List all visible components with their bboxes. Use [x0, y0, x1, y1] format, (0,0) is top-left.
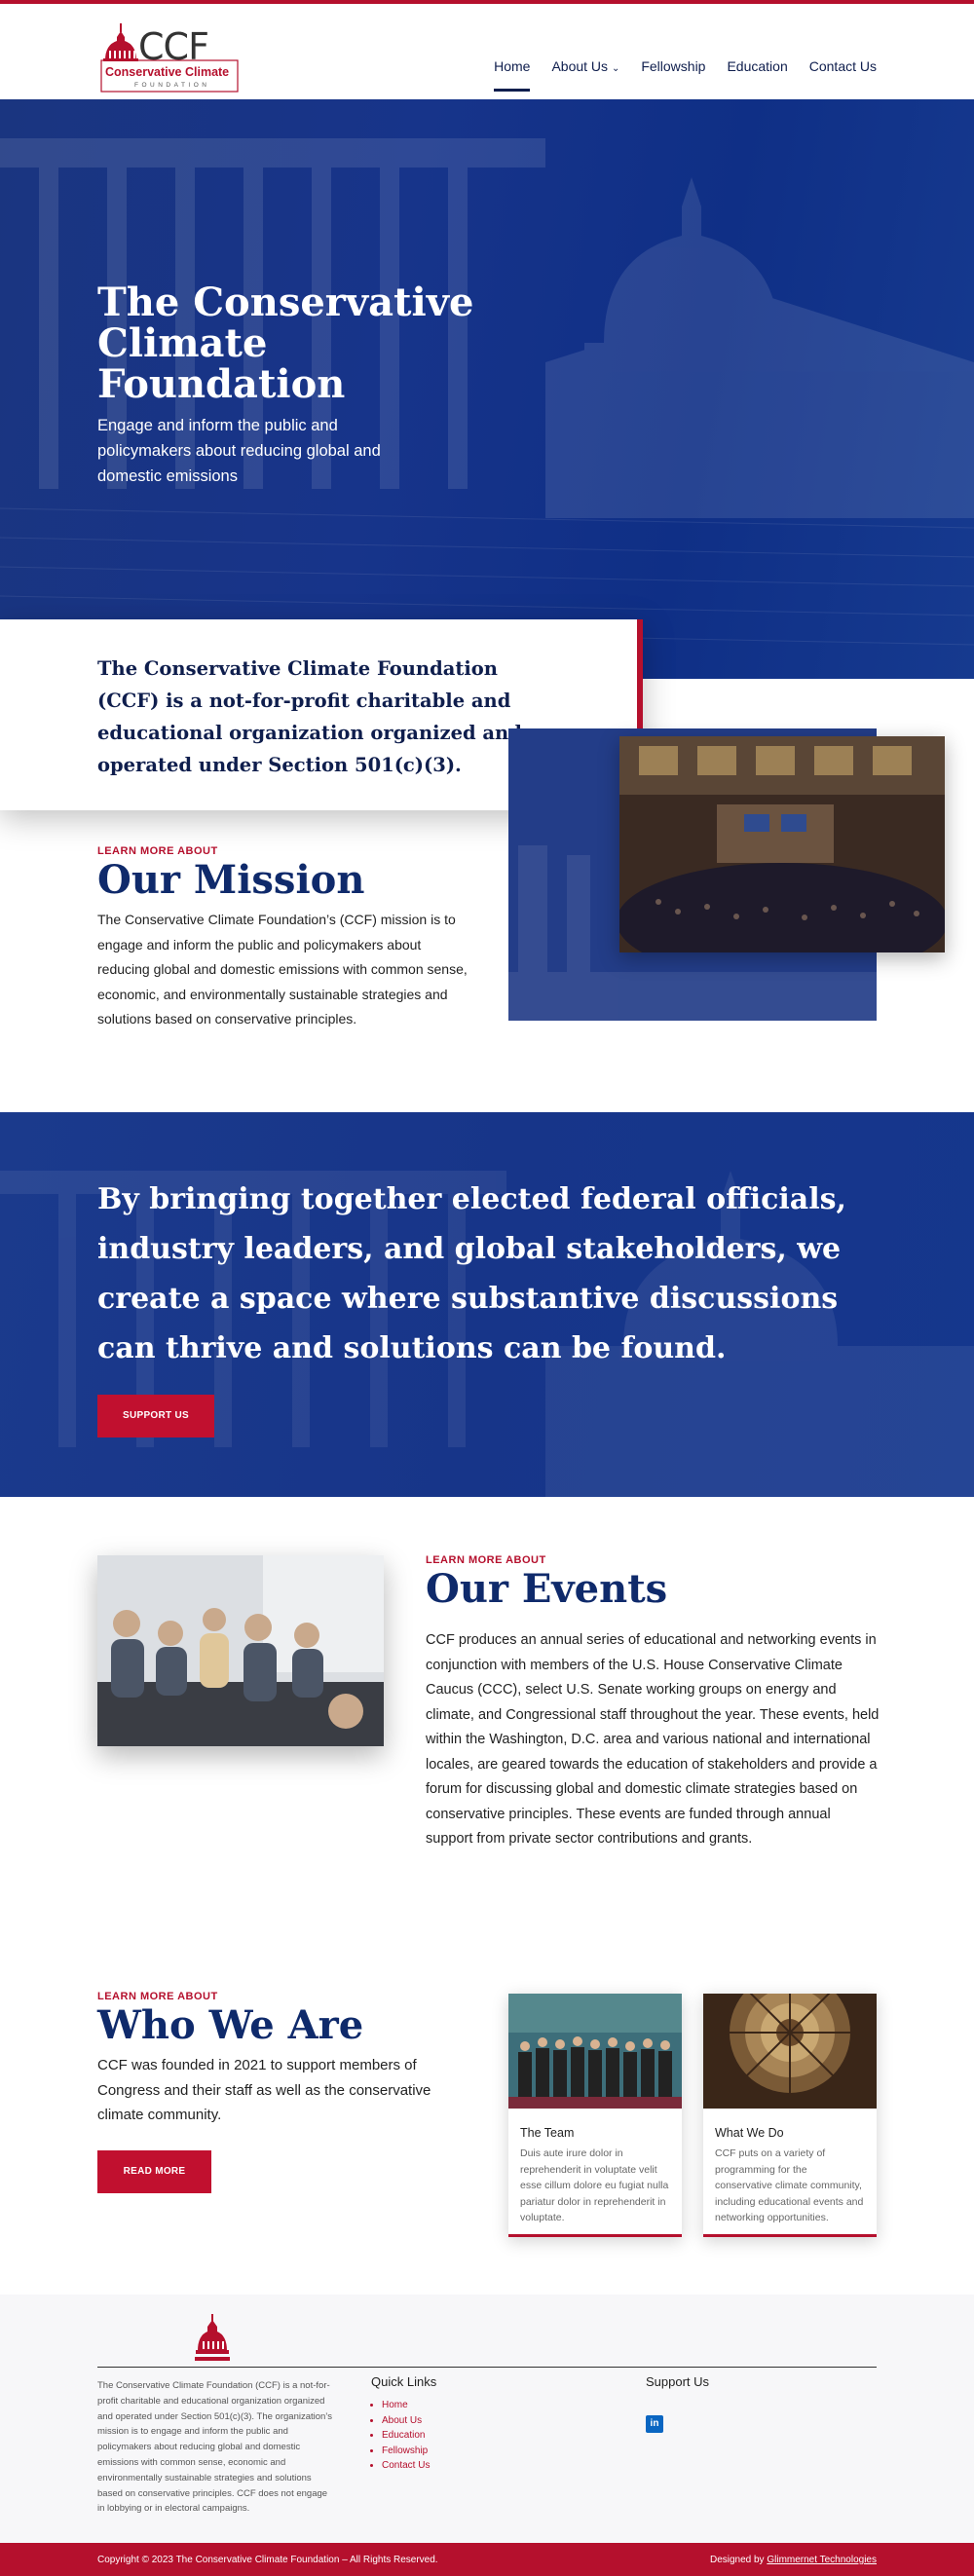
events-text: CCF produces an annual series of educati…	[426, 1632, 880, 1847]
events-title: Our Events	[426, 1566, 668, 1612]
site-header: CCF Conservative Climate FOUNDATION Home…	[0, 0, 974, 99]
mission-statement-band: By bringing together elected federal off…	[0, 1112, 974, 1497]
rotunda-photo	[703, 1994, 877, 2109]
mission-text: The Conservative Climate Foundation’s (C…	[97, 912, 468, 1027]
hero-section: The Conservative Climate Foundation Enga…	[0, 99, 974, 679]
designed-by: Designed by Glimmernet Technologies	[710, 2555, 877, 2565]
nav-home-label: Home	[494, 58, 531, 74]
read-more-button[interactable]: READ MORE	[97, 2150, 211, 2193]
nav-about-label: About Us	[551, 58, 609, 74]
capitol-dome-icon	[195, 2314, 230, 2361]
team-card-title: The Team	[520, 2126, 575, 2140]
quick-link-contact-label[interactable]: Contact Us	[382, 2460, 430, 2471]
quick-link-home-label[interactable]: Home	[382, 2400, 408, 2410]
footer-divider	[97, 2367, 877, 2368]
support-us-button[interactable]: SUPPORT US	[97, 1395, 214, 1437]
nav-about-us[interactable]: About Us ⌄	[551, 58, 619, 84]
nav-education-label: Education	[727, 58, 788, 74]
site-footer: The Conservative Climate Foundation (CCF…	[0, 2295, 974, 2543]
quick-link-about-label[interactable]: About Us	[382, 2415, 422, 2426]
chevron-down-icon: ⌄	[611, 63, 620, 74]
logo-tagline: FOUNDATION	[134, 82, 210, 89]
support-us-title: Support Us	[646, 2374, 710, 2389]
nav-fellowship[interactable]: Fellowship	[641, 58, 705, 84]
quick-link-fellowship[interactable]: Fellowship	[382, 2444, 430, 2459]
quick-links-list: Home About Us Education Fellowship Conta…	[380, 2398, 430, 2474]
quick-link-home[interactable]: Home	[382, 2398, 430, 2413]
logo-letters: CCF	[138, 25, 209, 68]
quick-link-education-label[interactable]: Education	[382, 2430, 425, 2441]
main-nav: Home About Us ⌄ Fellowship Education Con…	[494, 58, 877, 92]
what-we-do-card-title: What We Do	[715, 2126, 784, 2140]
team-card[interactable]: The Team Duis aute irure dolor in repreh…	[508, 1994, 682, 2237]
nav-contact-us[interactable]: Contact Us	[809, 58, 877, 84]
quick-link-about-us[interactable]: About Us	[382, 2413, 430, 2429]
team-card-text: Duis aute irure dolor in reprehenderit i…	[520, 2147, 669, 2223]
quick-links-title: Quick Links	[371, 2374, 437, 2389]
designed-by-label: Designed by	[709, 2555, 765, 2565]
logo-name: Conservative Climate	[105, 65, 230, 79]
hero-title: The Conservative Climate Foundation	[97, 280, 474, 407]
mission-title: Our Mission	[97, 857, 365, 903]
copyright-text: Copyright © 2023 The Conservative Climat…	[97, 2555, 438, 2565]
quick-link-contact-us[interactable]: Contact Us	[382, 2458, 430, 2474]
nav-education[interactable]: Education	[727, 58, 787, 84]
who-text: CCF was founded in 2021 to support membe…	[97, 2057, 431, 2123]
mission-eyebrow: LEARN MORE ABOUT	[97, 845, 218, 857]
events-eyebrow: LEARN MORE ABOUT	[426, 1554, 546, 1566]
footer-about-text: The Conservative Climate Foundation (CCF…	[97, 2380, 332, 2515]
designer-link[interactable]: Glimmernet Technologies	[767, 2555, 877, 2565]
events-photo	[97, 1555, 384, 1746]
ccf-logo[interactable]: CCF Conservative Climate FOUNDATION	[97, 21, 242, 97]
intro-text: The Conservative Climate Foundation (CCF…	[97, 657, 522, 776]
what-we-do-card-text: CCF puts on a variety of programming for…	[715, 2147, 864, 2223]
linkedin-icon[interactable]: in	[646, 2415, 663, 2433]
band-statement: By bringing together elected federal off…	[97, 1182, 846, 1365]
what-we-do-card[interactable]: What We Do CCF puts on a variety of prog…	[703, 1994, 877, 2237]
who-eyebrow: LEARN MORE ABOUT	[97, 1991, 218, 2002]
nav-contact-label: Contact Us	[808, 58, 877, 74]
who-title: Who We Are	[97, 2002, 364, 2048]
nav-fellowship-label: Fellowship	[641, 58, 706, 74]
copyright-bar: Copyright © 2023 The Conservative Climat…	[0, 2543, 974, 2576]
nav-home[interactable]: Home	[494, 58, 531, 92]
hero-subtitle: Engage and inform the public and policym…	[97, 417, 381, 485]
house-chamber-photo	[619, 736, 945, 952]
quick-link-fellowship-label[interactable]: Fellowship	[382, 2445, 428, 2456]
quick-link-education[interactable]: Education	[382, 2428, 430, 2444]
team-photo	[508, 1994, 682, 2109]
